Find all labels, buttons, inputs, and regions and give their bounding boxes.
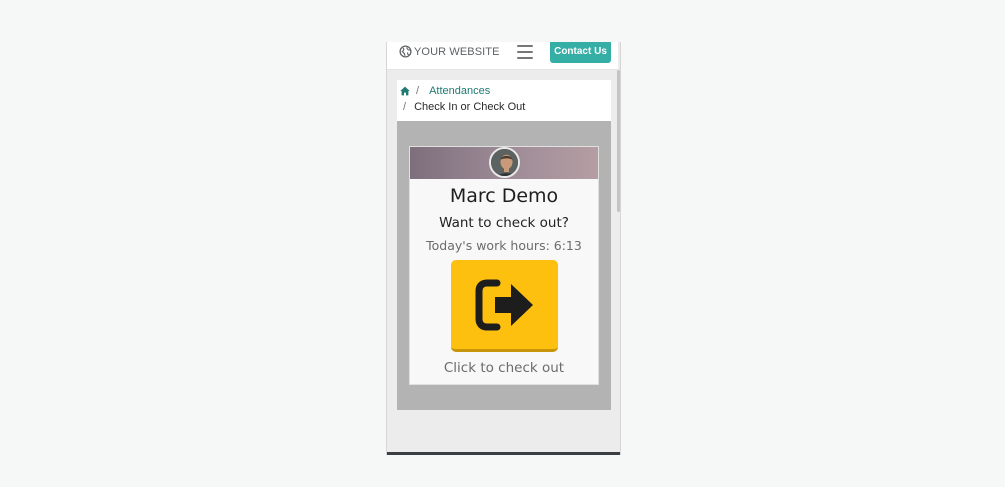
globe-icon bbox=[399, 45, 412, 58]
breadcrumb-attendances-link[interactable]: Attendances bbox=[429, 85, 490, 97]
breadcrumb-current-page: Check In or Check Out bbox=[414, 101, 526, 113]
top-navbar: YOUR WEBSITE Contact Us bbox=[387, 42, 618, 70]
hamburger-menu-icon[interactable] bbox=[517, 45, 533, 59]
scrollbar[interactable] bbox=[617, 70, 620, 212]
work-hours-text: Today's work hours: 6:13 bbox=[426, 238, 582, 253]
mobile-viewport: YOUR WEBSITE Contact Us / Attendances / … bbox=[386, 42, 621, 455]
breadcrumb-row-1: / Attendances bbox=[400, 85, 490, 97]
attendance-card: Marc Demo Want to check out? Today's wor… bbox=[409, 146, 599, 385]
employee-name: Marc Demo bbox=[449, 185, 559, 207]
breadcrumb-separator: / bbox=[403, 101, 407, 113]
home-icon[interactable] bbox=[400, 86, 410, 96]
contact-us-button[interactable]: Contact Us bbox=[550, 42, 611, 63]
check-out-button[interactable] bbox=[451, 260, 558, 352]
attendance-panel: Marc Demo Want to check out? Today's wor… bbox=[397, 121, 611, 410]
breadcrumb: / Attendances / Check In or Check Out bbox=[397, 80, 611, 121]
breadcrumb-separator: / bbox=[416, 85, 420, 97]
employee-avatar bbox=[489, 147, 520, 178]
check-out-question: Want to check out? bbox=[439, 215, 569, 231]
check-out-caption: Click to check out bbox=[443, 360, 565, 376]
sign-out-icon bbox=[475, 279, 533, 330]
breadcrumb-row-2: / Check In or Check Out bbox=[403, 101, 525, 113]
brand-name: YOUR WEBSITE bbox=[414, 45, 500, 58]
viewport-bottom-edge bbox=[387, 452, 620, 455]
brand-logo[interactable]: YOUR WEBSITE bbox=[399, 45, 500, 58]
